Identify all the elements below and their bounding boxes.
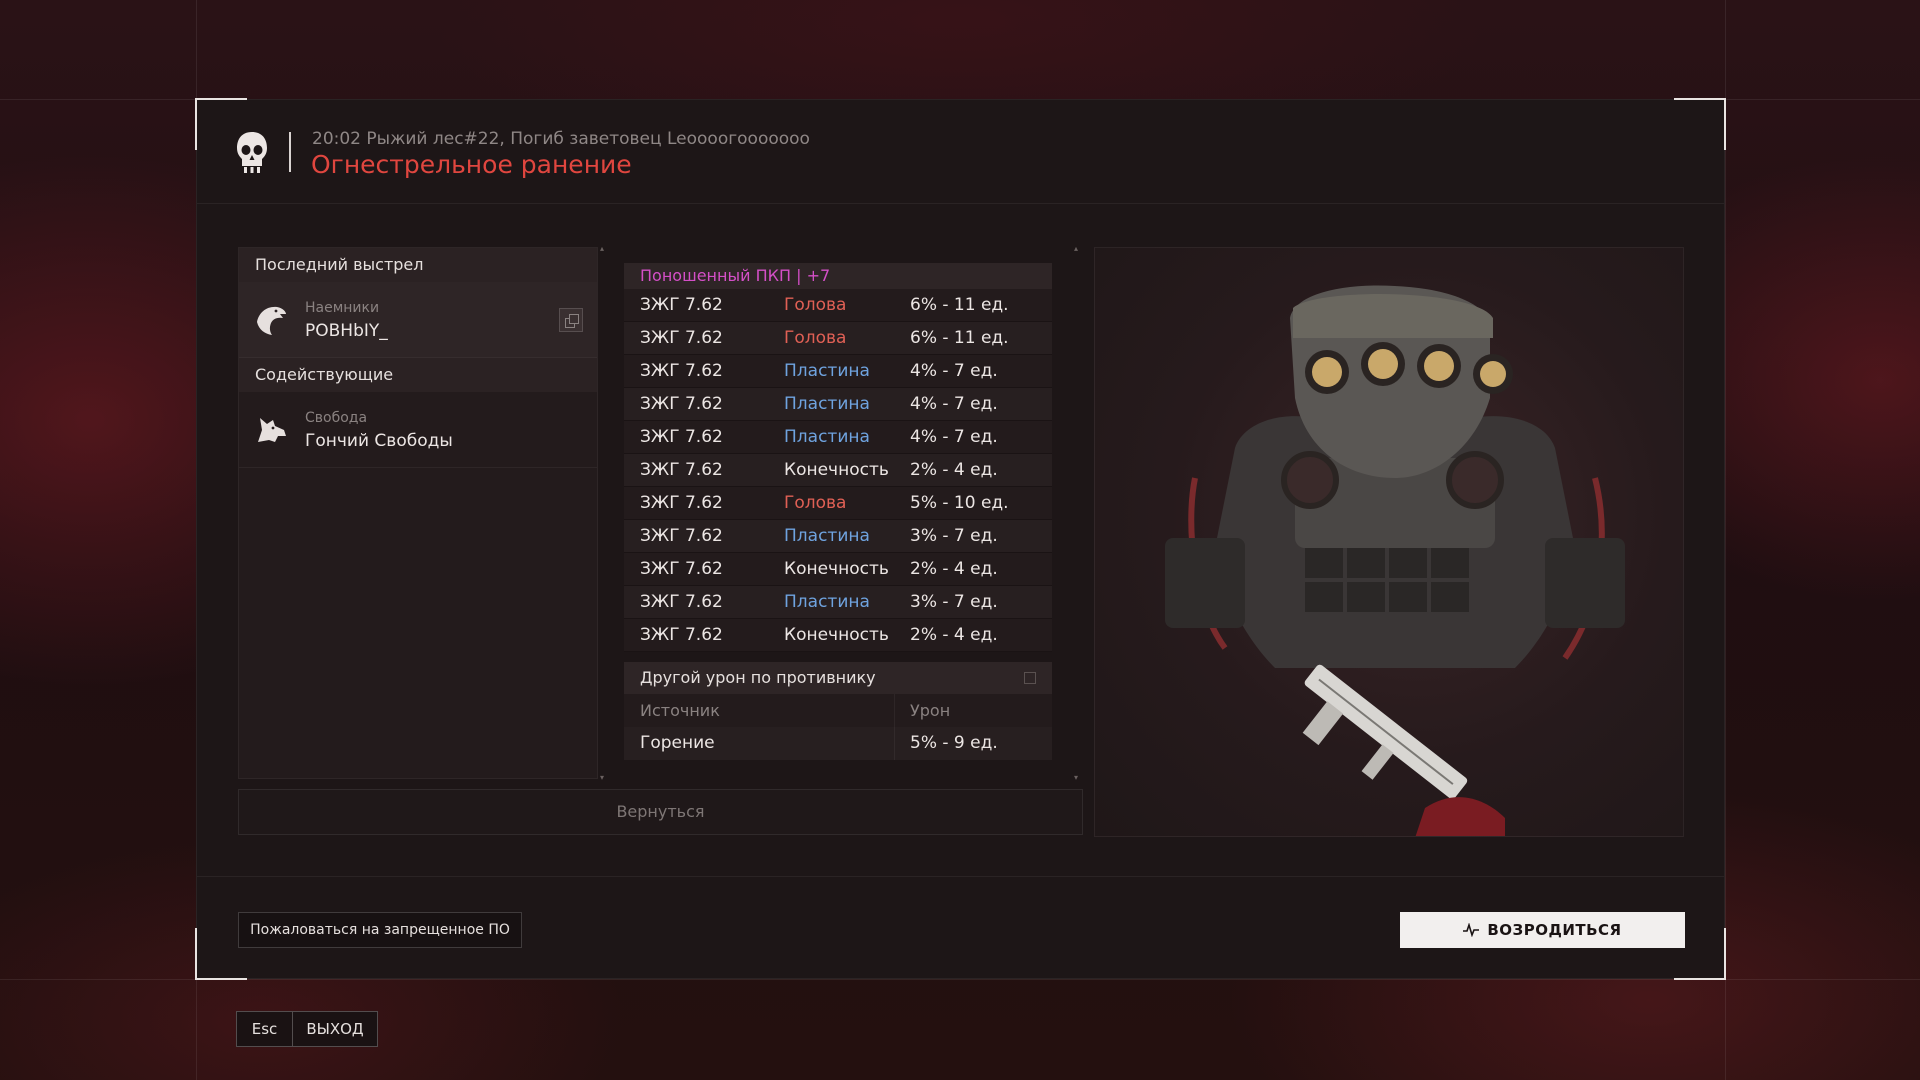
hit-body-part: Конечность	[784, 625, 889, 645]
killer-faction: Наемники	[305, 300, 380, 316]
hit-body-part: Пластина	[784, 394, 870, 414]
last-shot-title: Последний выстрел	[239, 248, 597, 282]
assist-row[interactable]: Свобода Гончий Свободы	[239, 392, 597, 468]
hit-ammo: ЗЖГ 7.62	[640, 427, 723, 447]
hit-ammo: ЗЖГ 7.62	[640, 625, 723, 645]
weapon-title: Поношенный ПКП | +7	[624, 263, 1052, 289]
hit-damage: 6% - 11 ед.	[910, 295, 1009, 315]
killer-name: POBHbIY_	[305, 321, 388, 341]
hit-row: ЗЖГ 7.62 Голова 6% - 11 ед.	[624, 289, 1052, 322]
damage-scrollbar[interactable]	[1074, 244, 1082, 782]
hit-body-part: Конечность	[784, 460, 889, 480]
hit-row: ЗЖГ 7.62 Пластина 4% - 7 ед.	[624, 388, 1052, 421]
other-damage-title: Другой урон по противнику	[640, 668, 876, 687]
hit-row: ЗЖГ 7.62 Пластина 4% - 7 ед.	[624, 355, 1052, 388]
hit-ammo: ЗЖГ 7.62	[640, 460, 723, 480]
exit-button[interactable]: ВЫХОД	[293, 1012, 377, 1046]
participants-panel: Последний выстрел Наемники POBHbIY_ Соде…	[238, 247, 598, 779]
respawn-button[interactable]: ВОЗРОДИТЬСЯ	[1400, 912, 1685, 948]
hit-damage: 2% - 4 ед.	[910, 460, 998, 480]
other-damage-value: 5% - 9 ед.	[910, 733, 998, 753]
exit-control[interactable]: Esc ВЫХОД	[236, 1011, 378, 1047]
report-cheat-button[interactable]: Пожаловаться на запрещенное ПО	[238, 912, 522, 948]
hit-row: ЗЖГ 7.62 Пластина 4% - 7 ед.	[624, 421, 1052, 454]
hit-body-part: Голова	[784, 295, 847, 315]
hit-ammo: ЗЖГ 7.62	[640, 526, 723, 546]
hit-damage: 6% - 11 ед.	[910, 328, 1009, 348]
hit-damage: 4% - 7 ед.	[910, 394, 998, 414]
footer-divider	[197, 876, 1724, 877]
hit-damage: 2% - 4 ед.	[910, 559, 998, 579]
eagle-icon	[257, 306, 286, 335]
other-damage-source: Горение	[640, 733, 715, 753]
column-source: Источник	[640, 701, 720, 720]
hit-body-part: Пластина	[784, 427, 870, 447]
hit-list: ЗЖГ 7.62 Голова 6% - 11 ед. ЗЖГ 7.62 Голова 6…	[624, 289, 1052, 652]
hit-damage: 3% - 7 ед.	[910, 592, 998, 612]
hit-damage: 4% - 7 ед.	[910, 361, 998, 381]
frame-guide-right	[1725, 0, 1726, 1080]
hit-body-part: Пластина	[784, 361, 870, 381]
other-damage-header: Другой урон по противнику	[624, 662, 1052, 694]
hit-body-part: Пластина	[784, 592, 870, 612]
hit-ammo: ЗЖГ 7.62	[640, 559, 723, 579]
hit-ammo: ЗЖГ 7.62	[640, 361, 723, 381]
other-damage-row: Горение 5% - 9 ед.	[624, 727, 1052, 760]
pulse-icon	[1463, 923, 1480, 937]
skull-icon	[237, 132, 267, 173]
hit-damage: 2% - 4 ед.	[910, 625, 998, 645]
frame-guide-bottom	[0, 979, 1920, 980]
hit-row: ЗЖГ 7.62 Пластина 3% - 7 ед.	[624, 520, 1052, 553]
hit-body-part: Конечность	[784, 559, 889, 579]
hit-damage: 3% - 7 ед.	[910, 526, 998, 546]
killer-row[interactable]: Наемники POBHbIY_	[239, 282, 597, 358]
hit-row: ЗЖГ 7.62 Пластина 3% - 7 ед.	[624, 586, 1052, 619]
hit-ammo: ЗЖГ 7.62	[640, 328, 723, 348]
header-divider	[289, 132, 291, 172]
hit-body-part: Голова	[784, 493, 847, 513]
character-model	[1165, 285, 1625, 836]
assist-name: Гончий Свободы	[305, 431, 453, 451]
esc-key[interactable]: Esc	[237, 1012, 293, 1046]
hit-ammo: ЗЖГ 7.62	[640, 592, 723, 612]
column-damage: Урон	[910, 701, 951, 720]
hit-row: ЗЖГ 7.62 Голова 5% - 10 ед.	[624, 487, 1052, 520]
death-screen-panel: 20:02 Рыжий лес#22, Погиб заветовец Leoo…	[195, 98, 1726, 980]
hit-ammo: ЗЖГ 7.62	[640, 295, 723, 315]
expand-icon[interactable]	[1024, 672, 1036, 684]
other-damage-columns: Источник Урон	[624, 694, 1052, 727]
assist-faction: Свобода	[305, 410, 368, 426]
death-header: 20:02 Рыжий лес#22, Погиб заветовец Leoo…	[197, 100, 1724, 204]
kill-info: 20:02 Рыжий лес#22, Погиб заветовец Leoo…	[312, 129, 810, 149]
hit-body-part: Пластина	[784, 526, 870, 546]
assisting-title: Содействующие	[239, 358, 597, 392]
death-cause: Огнестрельное ранение	[311, 150, 632, 179]
copy-icon[interactable]	[559, 308, 583, 332]
hit-row: ЗЖГ 7.62 Конечность 2% - 4 ед.	[624, 619, 1052, 652]
hit-row: ЗЖГ 7.62 Голова 6% - 11 ед.	[624, 322, 1052, 355]
damage-panel: Поношенный ПКП | +7 ЗЖГ 7.62 Голова 6% - 1…	[624, 263, 1052, 760]
hit-ammo: ЗЖГ 7.62	[640, 394, 723, 414]
back-button[interactable]: Вернуться	[238, 789, 1083, 835]
hit-row: ЗЖГ 7.62 Конечность 2% - 4 ед.	[624, 454, 1052, 487]
hit-ammo: ЗЖГ 7.62	[640, 493, 723, 513]
hit-row: ЗЖГ 7.62 Конечность 2% - 4 ед.	[624, 553, 1052, 586]
hit-body-part: Голова	[784, 328, 847, 348]
killer-character-view	[1094, 247, 1684, 837]
respawn-label: ВОЗРОДИТЬСЯ	[1487, 921, 1622, 939]
hit-damage: 5% - 10 ед.	[910, 493, 1009, 513]
left-scrollbar[interactable]	[600, 244, 608, 782]
hit-damage: 4% - 7 ед.	[910, 427, 998, 447]
wolf-icon	[258, 418, 286, 442]
